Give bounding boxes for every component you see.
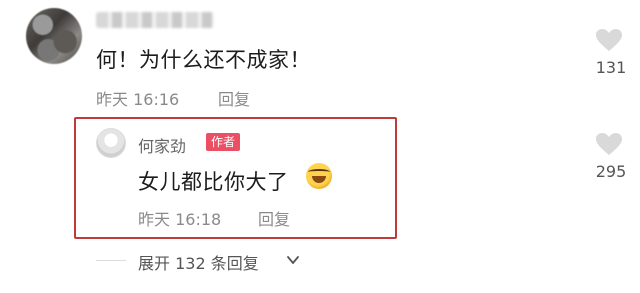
reply-like-count: 295	[595, 162, 627, 181]
commenter-name-blurred[interactable]	[96, 12, 214, 28]
author-badge: 作者	[206, 133, 241, 151]
reply-timestamp: 昨天 16:18	[138, 210, 222, 229]
reply-like-heart-icon[interactable]	[595, 132, 623, 156]
author-avatar[interactable]	[96, 128, 126, 158]
chevron-down-icon[interactable]	[286, 252, 300, 266]
author-name[interactable]: 何家劲	[138, 133, 186, 157]
divider-line	[96, 260, 126, 261]
comment-timestamp: 昨天 16:16	[96, 90, 180, 109]
comment-reply-button[interactable]: 回复	[218, 86, 250, 110]
commenter-avatar[interactable]	[26, 8, 82, 64]
reply-reply-button[interactable]: 回复	[258, 206, 290, 230]
laughing-emoji-icon	[306, 163, 332, 189]
expand-replies-button[interactable]: 展开 132 条回复	[138, 250, 259, 274]
like-heart-icon[interactable]	[595, 28, 623, 52]
comment-text: 何！为什么还不成家！	[96, 48, 311, 72]
reply-text: 女儿都比你大了	[138, 170, 289, 194]
comment-like-count: 131	[595, 58, 627, 77]
